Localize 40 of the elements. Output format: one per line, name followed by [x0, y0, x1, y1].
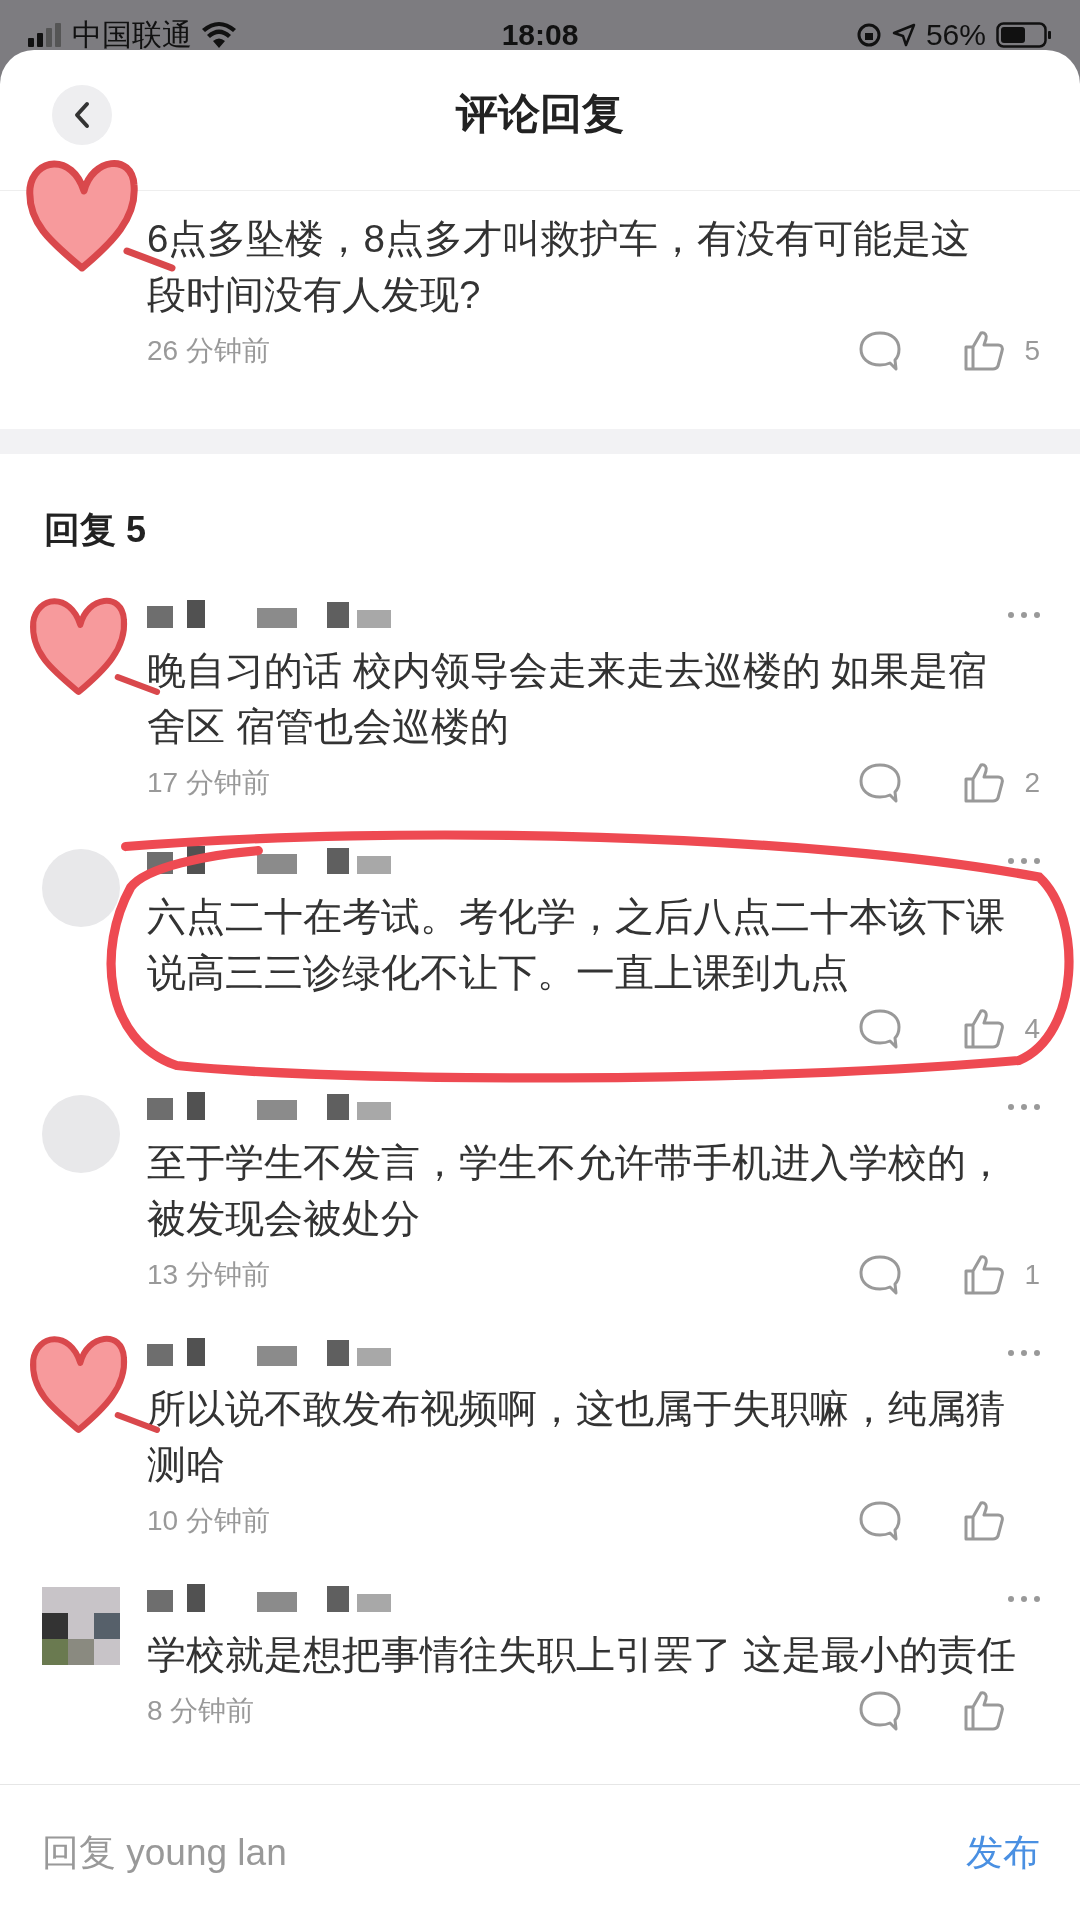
like-count: 1 [1023, 1259, 1040, 1291]
like-count: 5 [1023, 335, 1040, 367]
reply-text: 晚自习的话 校内领导会走来走去巡楼的 如果是宿舍区 宿管也会巡楼的 [147, 648, 989, 750]
reply-time: 17 分钟前 [147, 766, 271, 800]
page-title: 评论回复 [456, 89, 624, 139]
comment-text: 6点多坠楼，8点多才叫救护车，有没有可能是这段时间没有人发现? [147, 216, 971, 318]
carrier-name: 中国联通 [72, 16, 192, 53]
comment-icon[interactable] [858, 1007, 902, 1051]
status-time: 18:08 [501, 18, 579, 52]
reply-input[interactable]: 回复 young lan [40, 1830, 966, 1875]
thumbs-up-icon[interactable] [962, 1253, 1006, 1297]
submit-button[interactable]: 发布 [966, 1827, 1040, 1878]
comment-icon[interactable] [858, 329, 902, 373]
signal-icon [28, 23, 62, 47]
comment-icon[interactable] [858, 1689, 902, 1733]
like-count: 4 [1023, 1013, 1040, 1045]
thumbs-up-icon[interactable] [962, 761, 1006, 805]
comment-icon[interactable] [858, 1253, 902, 1297]
replies-heading: 回复 5 [43, 508, 148, 552]
like-count: 2 [1023, 767, 1040, 799]
reply-text: 所以说不敢发布视频啊，这也属于失职嘛，纯属猜测哈 [147, 1386, 1006, 1488]
battery-icon [996, 22, 1052, 48]
reply-text: 至于学生不发言，学生不允许带手机进入学校的，被发现会被处分 [147, 1140, 1006, 1242]
comment-icon[interactable] [858, 761, 902, 805]
reply-time: 10 分钟前 [147, 1504, 271, 1538]
rotation-lock-icon [855, 22, 882, 48]
wifi-icon [202, 22, 236, 48]
location-icon [891, 23, 916, 47]
thumbs-up-icon[interactable] [962, 1007, 1006, 1051]
reply-text: 学校就是想把事情往失职上引罢了 这是最小的责任 [147, 1632, 1017, 1678]
reply-time: 8 分钟前 [147, 1694, 256, 1728]
battery-percent: 56% [925, 18, 986, 52]
reply-text: 六点二十在考试。考化学，之后八点二十本该下课说高三三诊绿化不让下。一直上课到九点 [147, 894, 1006, 996]
comment-icon[interactable] [858, 1499, 902, 1543]
thumbs-up-icon[interactable] [962, 1499, 1006, 1543]
thumbs-up-icon[interactable] [962, 329, 1006, 373]
pixelated-avatar[interactable] [42, 1587, 120, 1665]
reply-time: 13 分钟前 [147, 1258, 271, 1292]
comment-time: 26 分钟前 [147, 334, 271, 368]
thumbs-up-icon[interactable] [962, 1689, 1006, 1733]
